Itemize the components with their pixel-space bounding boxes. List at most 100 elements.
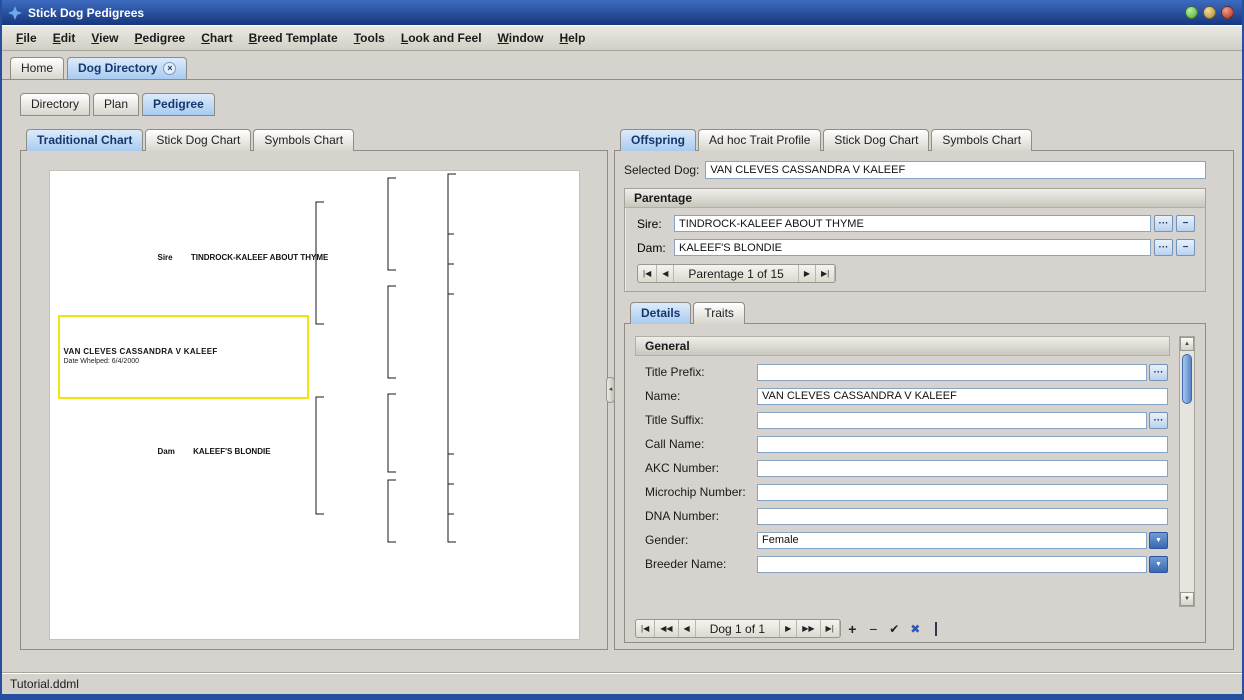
record-rewind-button[interactable]: ◀◀ [655, 620, 679, 637]
add-record-icon[interactable]: + [843, 621, 862, 637]
sire-browse-button[interactable]: ··· [1154, 215, 1173, 232]
gender-dropdown-icon[interactable]: ▼ [1149, 531, 1168, 549]
akc-number-input[interactable] [757, 459, 1168, 477]
sire-field-label: Sire: [637, 216, 662, 231]
form-row: Gender: ▼ [635, 528, 1170, 552]
pedigree-bracket-lines [315, 173, 456, 543]
breeder-name-select[interactable] [757, 555, 1147, 573]
dam-browse-button[interactable]: ··· [1154, 239, 1173, 256]
title-bar[interactable]: Stick Dog Pedigrees [2, 0, 1242, 25]
cancel-record-icon[interactable]: ✖ [906, 622, 925, 636]
window-title: Stick Dog Pedigrees [28, 5, 145, 20]
pedigree-chart[interactable]: Sire TINDROCK-KALEEF ABOUT THYME VAN CLE… [48, 170, 580, 640]
menu-breed-template[interactable]: Breed Template [241, 27, 346, 49]
dna-number-input[interactable] [757, 507, 1168, 525]
delete-record-icon[interactable]: − [864, 621, 883, 637]
parentage-first-button[interactable]: |◀ [638, 265, 658, 282]
tab-stick-dog-chart-left[interactable]: Stick Dog Chart [145, 129, 252, 151]
sire-input[interactable] [674, 215, 1151, 232]
split-pane-divider[interactable]: ◂ [606, 377, 615, 403]
parentage-prev-button[interactable]: ◀ [657, 265, 675, 282]
menu-help[interactable]: Help [551, 27, 593, 49]
tab-plan[interactable]: Plan [93, 93, 140, 116]
call-name-input[interactable] [757, 435, 1168, 453]
record-next-button[interactable]: ▶ [780, 620, 798, 637]
menu-view[interactable]: View [83, 27, 126, 49]
subject-name: VAN CLEVES CASSANDRA V KALEEF [63, 347, 218, 356]
record-position-label: Dog 1 of 1 [696, 620, 781, 637]
sire-name: TINDROCK-KALEEF ABOUT THYME [190, 253, 329, 262]
parentage-next-button[interactable]: ▶ [799, 265, 816, 282]
minimize-button[interactable] [1185, 6, 1198, 19]
details-scrollbar[interactable]: ▲ ▼ [1179, 336, 1195, 607]
maximize-button[interactable] [1203, 6, 1216, 19]
microchip-number-input[interactable] [757, 483, 1168, 501]
form-row: Microchip Number: [635, 480, 1170, 504]
menu-look-and-feel[interactable]: Look and Feel [393, 27, 490, 49]
record-prev-button[interactable]: ◀ [679, 620, 696, 637]
parentage-group-title: Parentage [625, 189, 1205, 208]
menu-file[interactable]: File [8, 27, 45, 49]
selected-dog-box[interactable]: VAN CLEVES CASSANDRA V KALEEF Date Whelp… [57, 315, 309, 399]
tab-traits[interactable]: Traits [693, 302, 745, 324]
form-row: AKC Number: [635, 456, 1170, 480]
gender-select[interactable] [757, 531, 1147, 549]
record-forward-button[interactable]: ▶▶ [797, 620, 821, 637]
scroll-up-icon[interactable]: ▲ [1180, 337, 1194, 351]
selected-dog-label: Selected Dog: [624, 163, 700, 177]
tab-stick-dog-chart-right[interactable]: Stick Dog Chart [823, 129, 930, 151]
title-suffix-input[interactable] [757, 411, 1147, 429]
dam-field-label: Dam: [637, 240, 666, 255]
tab-traditional-chart[interactable]: Traditional Chart [26, 129, 144, 151]
tab-directory[interactable]: Directory [20, 93, 91, 116]
microchip-number-label: Microchip Number: [645, 485, 746, 499]
gender-label: Gender: [645, 533, 689, 547]
split-pane: Traditional Chart Stick Dog Chart Symbol… [20, 129, 1234, 650]
chart-pane: Traditional Chart Stick Dog Chart Symbol… [20, 129, 608, 650]
tab-details[interactable]: Details [630, 302, 692, 324]
tab-pedigree[interactable]: Pedigree [142, 93, 215, 116]
close-tab-icon[interactable]: × [163, 61, 177, 75]
sire-label: Sire [157, 253, 173, 262]
menu-edit[interactable]: Edit [45, 27, 84, 49]
main-content: Directory Plan Pedigree Traditional Char… [2, 79, 1242, 672]
tab-offspring[interactable]: Offspring [620, 129, 696, 151]
dam-input[interactable] [674, 239, 1151, 256]
parentage-last-button[interactable]: ▶| [816, 265, 836, 282]
detail-pane: Offspring Ad hoc Trait Profile Stick Dog… [614, 129, 1234, 650]
menu-tools[interactable]: Tools [346, 27, 393, 49]
tab-home[interactable]: Home [10, 57, 65, 79]
detail-pane-body: Selected Dog: Parentage Sire: ··· − [614, 150, 1234, 650]
dam-label: Dam [157, 447, 175, 456]
tab-symbols-chart-left[interactable]: Symbols Chart [253, 129, 355, 151]
commit-record-icon[interactable]: ✔ [885, 622, 904, 636]
title-prefix-browse-button[interactable]: ··· [1149, 363, 1168, 381]
akc-number-label: AKC Number: [645, 461, 720, 475]
dam-name: KALEEF'S BLONDIE [193, 447, 271, 456]
title-prefix-input[interactable] [757, 363, 1147, 381]
window-controls [1185, 6, 1234, 19]
selected-dog-input[interactable] [705, 161, 1206, 179]
menu-pedigree[interactable]: Pedigree [127, 27, 194, 49]
menu-window[interactable]: Window [490, 27, 552, 49]
dam-row: Dam: ··· − [637, 239, 1195, 256]
scroll-down-icon[interactable]: ▼ [1180, 592, 1194, 606]
breeder-name-dropdown-icon[interactable]: ▼ [1149, 555, 1168, 573]
menu-chart[interactable]: Chart [193, 27, 240, 49]
close-window-button[interactable] [1221, 6, 1234, 19]
form-row: Title Prefix: ··· [635, 360, 1170, 384]
form-row: Title Suffix: ··· [635, 408, 1170, 432]
details-form: General Title Prefix: ··· Name: VAN CLEV… [625, 324, 1174, 615]
table-grid-icon[interactable] [927, 621, 946, 636]
sire-remove-button[interactable]: − [1176, 215, 1195, 232]
title-suffix-browse-button[interactable]: ··· [1149, 411, 1168, 429]
tab-home-label: Home [21, 61, 54, 75]
tab-dog-directory[interactable]: Dog Directory × [67, 57, 188, 79]
name-input[interactable] [757, 387, 1168, 405]
record-last-button[interactable]: ▶| [821, 620, 840, 637]
tab-symbols-chart-right[interactable]: Symbols Chart [931, 129, 1033, 151]
record-first-button[interactable]: |◀ [636, 620, 656, 637]
dam-remove-button[interactable]: − [1176, 239, 1195, 256]
tab-ad-hoc-trait-profile[interactable]: Ad hoc Trait Profile [698, 129, 822, 151]
scrollbar-thumb[interactable] [1182, 354, 1192, 404]
